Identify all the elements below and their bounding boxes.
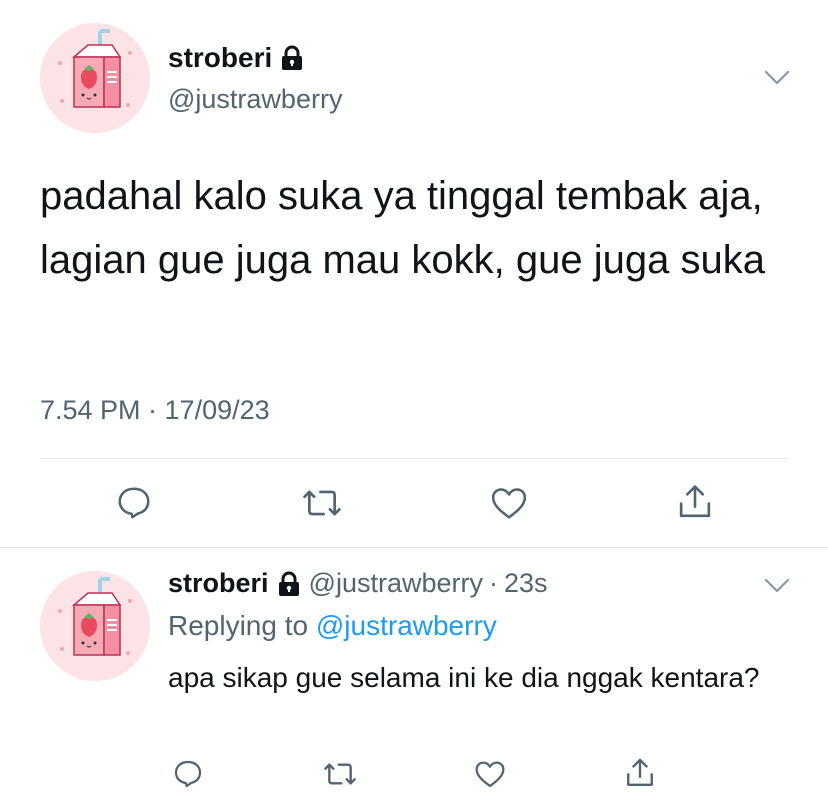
chevron-down-icon[interactable] — [764, 70, 790, 86]
chevron-down-icon[interactable] — [764, 578, 790, 594]
heart-icon[interactable] — [473, 758, 507, 790]
heart-icon[interactable] — [489, 484, 529, 522]
author-name-row: stroberi — [168, 42, 304, 74]
reply-time[interactable]: 23s — [504, 568, 548, 599]
replying-to-mention[interactable]: @justrawberry — [316, 610, 497, 641]
share-icon[interactable] — [624, 756, 656, 790]
reply-avatar[interactable] — [40, 571, 150, 681]
strawberry-milk-carton-icon — [40, 23, 150, 133]
retweet-icon[interactable] — [301, 484, 343, 522]
replying-to-line: Replying to @justrawberry — [168, 610, 497, 642]
reply-text: apa sikap gue selama ini ke dia nggak ke… — [168, 662, 760, 693]
handle[interactable]: @justrawberry — [168, 84, 342, 115]
display-name[interactable]: stroberi — [168, 42, 272, 74]
reply-icon[interactable] — [115, 484, 153, 522]
strawberry-milk-carton-icon — [40, 571, 150, 681]
reply-header: stroberi @justrawberry · 23s — [168, 568, 548, 599]
tweet-text: padahal kalo suka ya tinggal tembak aja,… — [40, 174, 765, 282]
reply-icon[interactable] — [172, 758, 204, 790]
lock-icon — [277, 571, 301, 597]
handle-row: @justrawberry — [168, 84, 342, 115]
reply-handle[interactable]: @justrawberry — [309, 568, 483, 599]
divider — [40, 458, 788, 459]
reply-display-name[interactable]: stroberi — [168, 568, 269, 599]
share-icon[interactable] — [676, 482, 714, 522]
avatar[interactable] — [40, 23, 150, 133]
lock-icon — [280, 45, 304, 71]
replying-to-label: Replying to — [168, 610, 309, 641]
retweet-icon[interactable] — [322, 758, 358, 790]
separator-dot: · — [488, 568, 498, 598]
timestamp[interactable]: 7.54 PM · 17/09/23 — [40, 395, 270, 426]
tweet-separator — [0, 547, 828, 548]
